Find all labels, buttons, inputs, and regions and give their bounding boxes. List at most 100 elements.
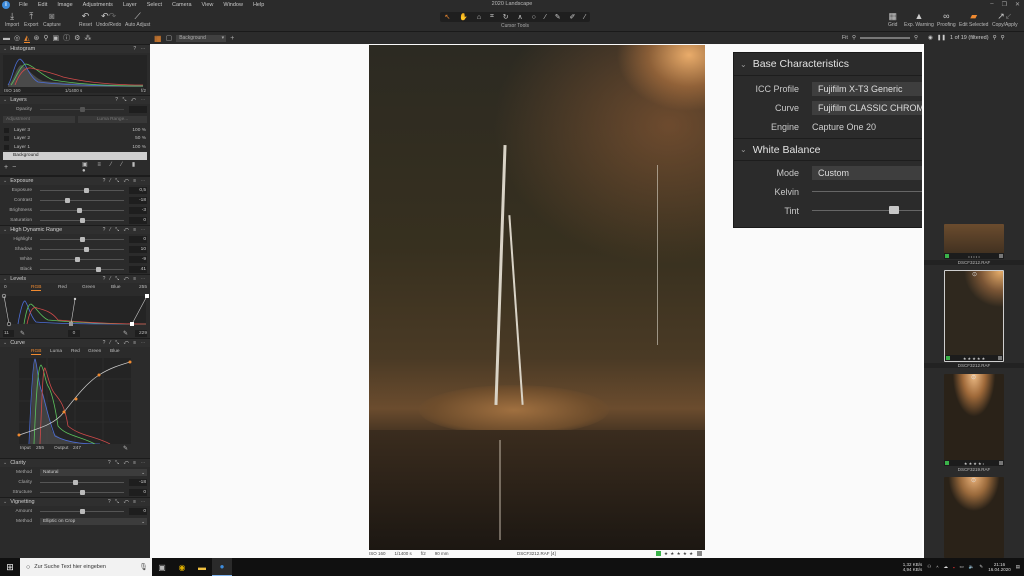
- slider-knob[interactable]: [72, 479, 78, 485]
- thumb-rating[interactable]: ★ ★ ★ ★ ★: [963, 356, 985, 361]
- slider-knob[interactable]: [83, 187, 89, 193]
- pen-icon[interactable]: ✎: [979, 564, 983, 570]
- levels-tab-blue[interactable]: Blue: [111, 285, 121, 290]
- slider-value[interactable]: -18: [129, 196, 147, 204]
- section-controls[interactable]: ? ⁄ ⤡ ↶ ≡ ⋯: [103, 227, 147, 233]
- main-photo[interactable]: [369, 45, 705, 550]
- color-tag-green[interactable]: [946, 356, 950, 360]
- windows-start-icon[interactable]: ⊞: [0, 558, 20, 576]
- adjustment-select[interactable]: Adjustment: [3, 115, 75, 123]
- microphone-icon[interactable]: 🎙: [139, 563, 148, 571]
- batch-tab-icon[interactable]: ⁂: [84, 34, 91, 42]
- zoom-slider[interactable]: [859, 37, 910, 39]
- export-button[interactable]: ⤒ Export: [24, 11, 38, 28]
- slider-track[interactable]: [40, 249, 124, 250]
- keystone-tool-icon[interactable]: ∧: [518, 13, 523, 21]
- layer-tool-icons[interactable]: ▣ ≡ ⁄ ⁄ ▮ ●: [82, 161, 150, 174]
- slider-value[interactable]: 41: [129, 265, 147, 273]
- slider-value[interactable]: 0: [129, 235, 147, 243]
- star-rating[interactable]: ★ ★ ★ ★ ★: [664, 551, 694, 557]
- slider-track[interactable]: [40, 210, 124, 211]
- library-tab-icon[interactable]: ▬: [3, 35, 10, 42]
- slider-knob[interactable]: [83, 246, 89, 252]
- layers-header[interactable]: ⌄ Layers? ⤡ ↶ ⋯: [0, 95, 150, 104]
- opacity-knob[interactable]: [80, 106, 85, 112]
- rotate-tool-icon[interactable]: ↻: [503, 13, 509, 21]
- clarity-header[interactable]: ⌄ Clarity? ⤡ ↶ ≡ ⋯: [0, 458, 150, 467]
- exposure-warning-button[interactable]: ▲ Exp. Warning: [904, 11, 934, 28]
- output-tab-icon[interactable]: ⚙: [74, 34, 80, 42]
- details-tab-icon[interactable]: ⚲: [43, 34, 48, 42]
- thumbnail[interactable]: ⊙ ★ ★ ★ ★ •: [944, 374, 1004, 466]
- color-tag-green[interactable]: [656, 551, 661, 556]
- slider-knob[interactable]: [76, 207, 82, 213]
- layer-item[interactable]: Layer 3 100 %: [0, 126, 150, 135]
- slider-track[interactable]: [40, 482, 124, 483]
- slider-knob[interactable]: [79, 217, 85, 223]
- slider-value[interactable]: 0: [129, 216, 147, 224]
- eyedropper-icon[interactable]: ✎: [123, 445, 128, 452]
- eye-icon[interactable]: ◉: [928, 35, 933, 41]
- metadata-tab-icon[interactable]: ⓘ: [63, 33, 70, 43]
- layer-item-selected[interactable]: Background: [3, 151, 147, 160]
- remove-layer-icon[interactable]: −: [12, 164, 16, 171]
- hdr-header[interactable]: ⌄ High Dynamic Range? ⁄ ⤡ ↶ ≡ ⋯: [0, 225, 150, 234]
- loupe-tool-icon[interactable]: ⌂: [477, 14, 481, 21]
- reset-button[interactable]: ↶ Reset: [79, 11, 92, 28]
- levels-input-low[interactable]: 0: [4, 285, 7, 290]
- slider-value[interactable]: 10: [129, 245, 147, 253]
- curve-tab-luma[interactable]: Luma: [50, 349, 62, 354]
- curve-graph[interactable]: [0, 356, 150, 445]
- levels-output-low[interactable]: 11: [3, 329, 14, 337]
- levels-header[interactable]: ⌄ Levels? ⁄ ⤡ ↶ ≡ ⋯: [0, 274, 150, 283]
- vignetting-method-select[interactable]: Elliptic on Crop ⌄: [40, 517, 147, 525]
- section-controls[interactable]: ? ⤡ ↶ ≡ ⋯: [108, 499, 147, 505]
- select-box[interactable]: [697, 551, 702, 556]
- thumbnail-selected[interactable]: ⊙ ★ ★ ★ ★ ★: [944, 270, 1004, 362]
- spot-removal-tool-icon[interactable]: ○: [532, 14, 536, 21]
- opacity-value[interactable]: [129, 105, 147, 113]
- network-icon[interactable]: ▭: [960, 564, 964, 570]
- add-layer-icon[interactable]: +: [230, 35, 234, 42]
- slider-track[interactable]: [40, 269, 124, 270]
- vignetting-amount-knob[interactable]: [79, 508, 85, 514]
- thumb-rating[interactable]: • • • • •: [968, 254, 979, 259]
- capture-button[interactable]: ◙ Capture: [43, 11, 61, 28]
- slider-value[interactable]: -3: [129, 206, 147, 214]
- levels-mid-value[interactable]: 0: [68, 329, 80, 337]
- notifications-icon[interactable]: ▤: [1016, 564, 1020, 570]
- slider-track[interactable]: [40, 259, 124, 260]
- pan-tool-icon[interactable]: ✋: [459, 13, 468, 21]
- eyedropper-icon[interactable]: ✎: [123, 330, 128, 337]
- layer-select[interactable]: Background ▾: [176, 34, 227, 42]
- vignetting-header[interactable]: ⌄ Vignetting? ⤡ ↶ ≡ ⋯: [0, 497, 150, 506]
- slider-knob[interactable]: [75, 256, 81, 262]
- curve-tab-red[interactable]: Red: [71, 349, 80, 354]
- capture-tab-icon[interactable]: ◎: [14, 34, 20, 42]
- curve-header[interactable]: ⌄ Curve? ⁄ ⤡ ↶ ≡ ⋯: [0, 338, 150, 347]
- auto-adjust-button[interactable]: ⟋ Auto Adjust: [125, 11, 150, 28]
- curve-tab-rgb[interactable]: RGB: [31, 349, 42, 355]
- zoom-in-icon[interactable]: ⚲: [914, 35, 918, 41]
- slider-knob[interactable]: [79, 489, 85, 495]
- slider-value[interactable]: -9: [129, 255, 147, 263]
- security-icon[interactable]: ▪: [953, 565, 955, 570]
- gradient-mask-tool-icon[interactable]: ⁄: [584, 14, 585, 21]
- layer-checkbox[interactable]: [4, 136, 9, 142]
- undo-redo-button[interactable]: ↶↷ Undo/Redo: [96, 11, 121, 28]
- clock[interactable]: 21:16 16.04.2020: [988, 562, 1011, 572]
- section-controls[interactable]: ? ⤡ ↶ ⋯: [115, 97, 147, 103]
- add-layer-icon[interactable]: +: [4, 164, 8, 171]
- levels-tab-red[interactable]: Red: [58, 285, 67, 290]
- thumb-rating[interactable]: ★ ★ ★ ★ •: [964, 461, 984, 466]
- people-icon[interactable]: ⚇: [927, 564, 931, 570]
- task-view-icon[interactable]: ▣: [152, 558, 172, 576]
- layer-item[interactable]: Layer 1 100 %: [0, 143, 150, 152]
- proofing-button[interactable]: ∞ Proofing: [937, 11, 956, 28]
- slider-knob[interactable]: [79, 236, 85, 242]
- chrome-icon[interactable]: ◉: [172, 558, 192, 576]
- zoom-level[interactable]: Fit: [842, 35, 848, 41]
- taskbar-search[interactable]: ○ Zur Suche Text hier eingeben 🎙: [20, 558, 152, 576]
- luma-range-button[interactable]: Luma Range...: [78, 115, 147, 123]
- filter-search-icon[interactable]: ⚲: [993, 35, 997, 41]
